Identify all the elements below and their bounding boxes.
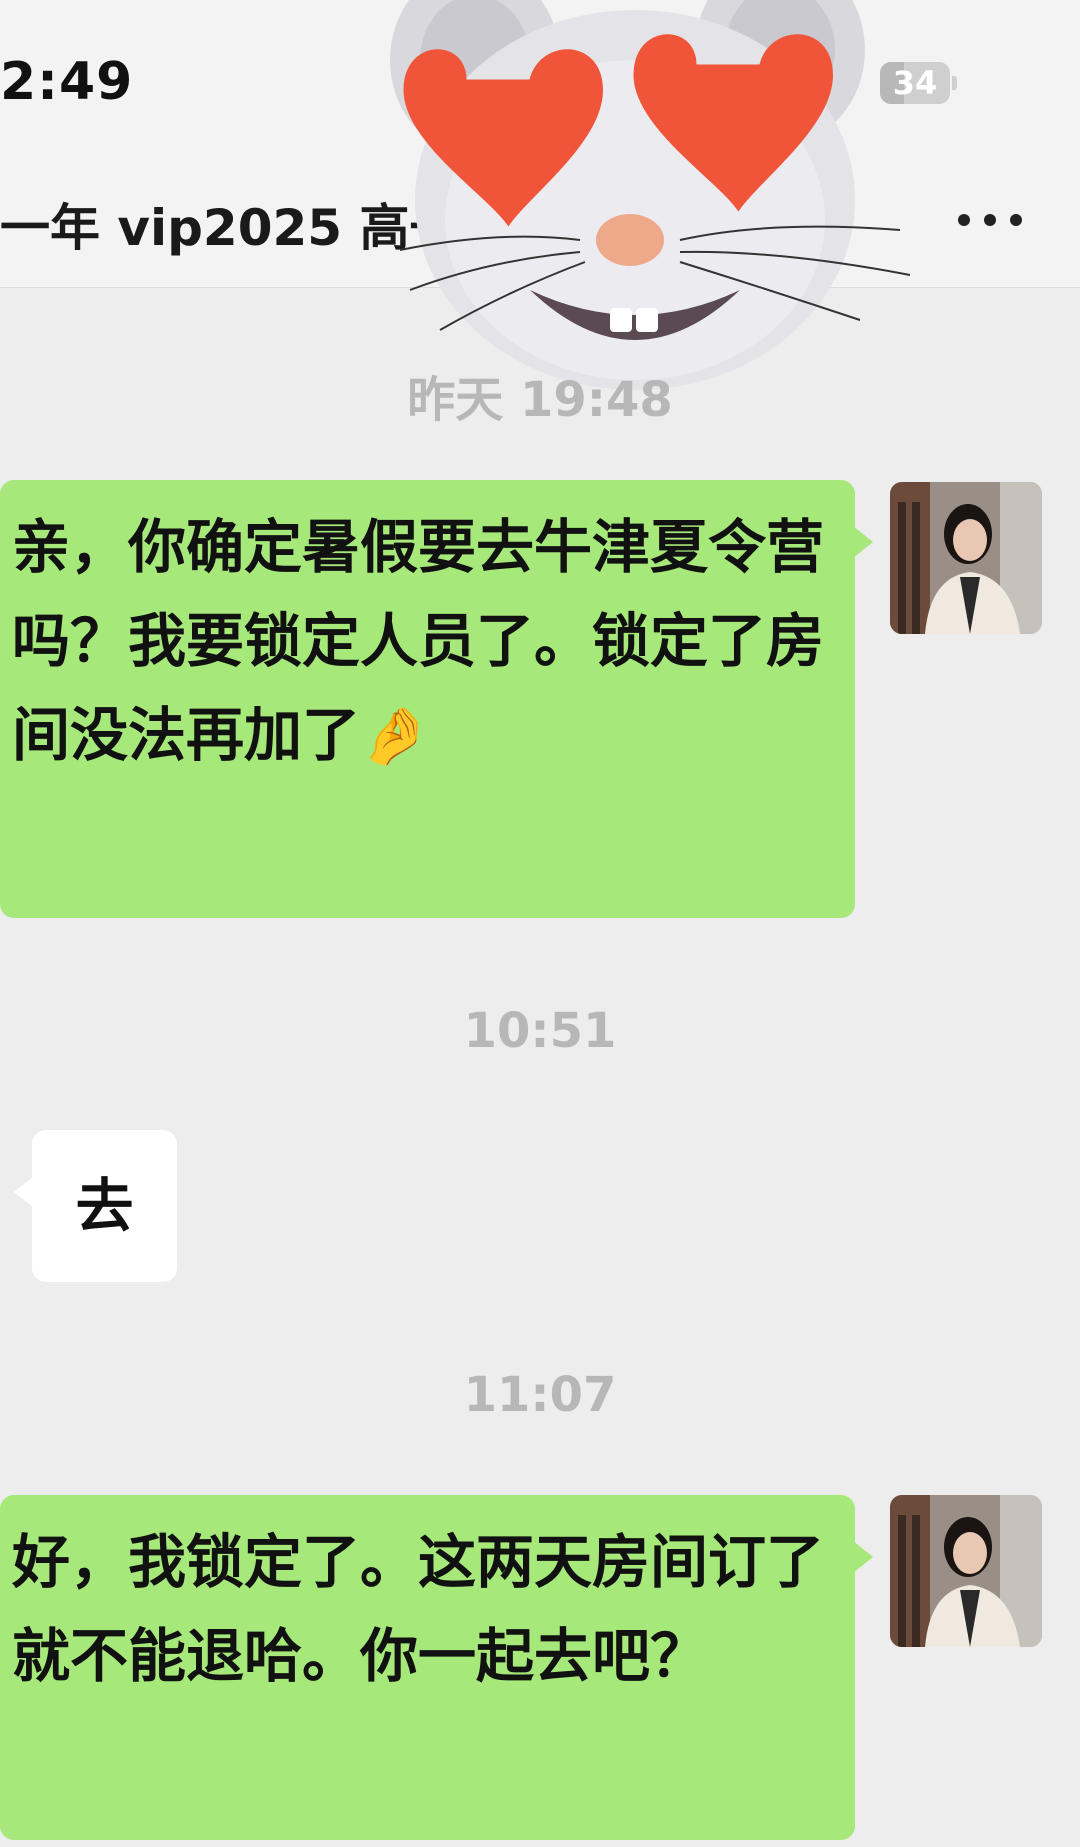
outgoing-message[interactable]: 亲，你确定暑假要去牛津夏令营吗？我要锁定人员了。锁定了房间没法再加了🤌 [0,480,873,918]
outgoing-message[interactable]: 好，我锁定了。这两天房间订了就不能退哈。你一起去吧？ [0,1495,873,1840]
pinched-fingers-emoji: 🤌 [360,704,430,769]
message-text: 去 [75,1172,134,1240]
more-dots-icon[interactable] [958,208,1022,232]
user-avatar[interactable] [890,482,1042,634]
incoming-message[interactable]: 去 [14,1130,177,1282]
message-text: 好，我锁定了。这两天房间订了就不能退哈。你一起去吧？ [12,1528,825,1690]
timestamp: 11:07 [463,1367,617,1423]
timestamp: 10:51 [463,1003,617,1059]
status-time: 2:49 [0,52,134,112]
heart-eyes-mouse-sticker [390,0,911,390]
timestamp: 昨天 19:48 [407,372,673,428]
chat-screen: 2:49 34 一年 vip2025 高一 昨天 19:48 亲，你确定暑假要去… [0,0,1080,1847]
user-avatar[interactable] [890,1495,1042,1647]
